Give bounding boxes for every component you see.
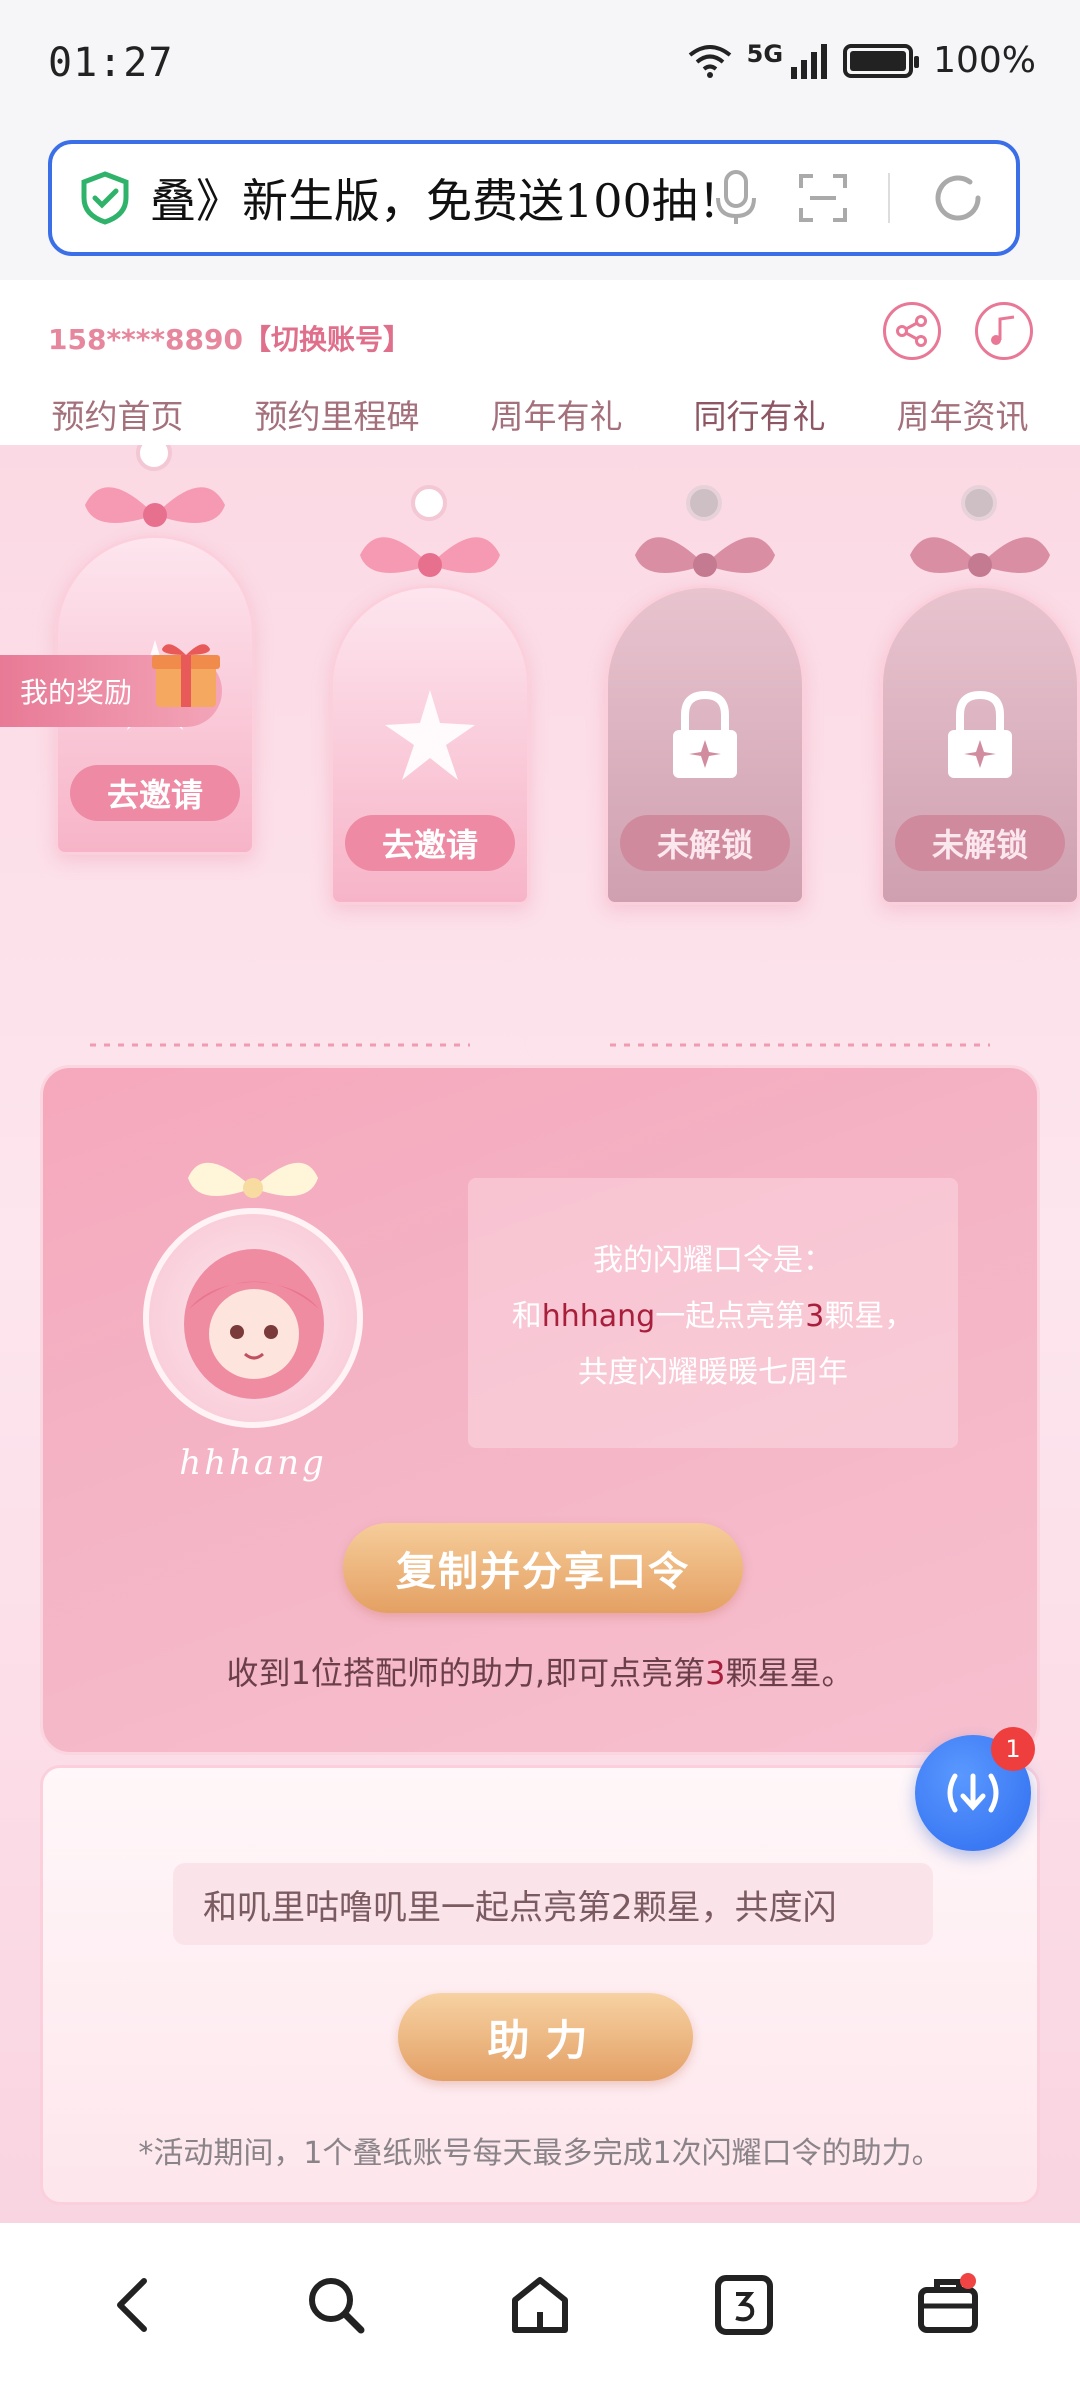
music-icon[interactable] bbox=[975, 302, 1033, 360]
scan-icon[interactable] bbox=[798, 173, 848, 223]
invite-button[interactable]: 去邀请 bbox=[70, 765, 240, 821]
lock-icon bbox=[673, 690, 737, 778]
reward-card-2[interactable]: 去邀请 bbox=[315, 485, 545, 955]
command-line-3: 共度闪耀暖暖七周年 bbox=[578, 1355, 848, 1390]
my-rewards-label: 我的奖励 bbox=[20, 676, 133, 709]
battery-level: 100% bbox=[933, 40, 1036, 81]
locked-button[interactable]: 未解锁 bbox=[620, 815, 790, 871]
shining-command-panel: hhhang 我的闪耀口令是： 和hhhang一起点亮第3颗星， 共度闪耀暖暖七… bbox=[40, 1065, 1040, 1755]
copy-share-button[interactable]: 复制并分享口令 bbox=[343, 1523, 743, 1613]
tab-reservation-home[interactable]: 预约首页 bbox=[52, 390, 184, 448]
help-panel: 和叽里咕噜叽里一起点亮第2颗星，共度闪 助力 *活动期间，1个叠纸账号每天最多完… bbox=[40, 1765, 1040, 2205]
gift-icon[interactable] bbox=[148, 635, 224, 711]
share-icon[interactable] bbox=[883, 302, 941, 360]
lock-icon bbox=[948, 690, 1012, 778]
status-time: 01:27 bbox=[48, 40, 174, 86]
help-button[interactable]: 助力 bbox=[398, 1993, 693, 2081]
invite-button[interactable]: 去邀请 bbox=[345, 815, 515, 871]
signal-icon bbox=[791, 43, 828, 79]
wifi-icon bbox=[688, 44, 731, 78]
tab-bar: 预约首页 预约里程碑 周年有礼 同行有礼 周年资讯 bbox=[0, 390, 1080, 450]
tab-companion-gifts[interactable]: 同行有礼 bbox=[693, 390, 826, 450]
status-indicators: 5G 100% bbox=[687, 40, 1036, 81]
search-bar[interactable]: 叠》新生版，免费送100抽！ bbox=[48, 140, 1020, 256]
switch-account-link[interactable]: 【切换账号】 bbox=[243, 323, 411, 356]
tab-reservation-milestone[interactable]: 预约里程碑 bbox=[255, 390, 420, 448]
avatar bbox=[143, 1208, 363, 1428]
tabs-icon bbox=[715, 2275, 773, 2335]
account-phone: 158****8890 bbox=[48, 323, 243, 356]
command-line-2: 和hhhang一起点亮第3颗星， bbox=[511, 1299, 915, 1334]
search-separator bbox=[888, 173, 890, 223]
status-bar: 01:27 5G 100% bbox=[0, 0, 1080, 130]
chevron-left-icon bbox=[117, 2278, 147, 2332]
help-note: *活动期间，1个叠纸账号每天最多完成1次闪耀口令的助力。 bbox=[138, 2136, 942, 2171]
card-hook bbox=[136, 445, 172, 471]
network-type: 5G bbox=[746, 40, 784, 68]
notification-badge: 1 bbox=[991, 1727, 1035, 1771]
reward-card-4[interactable]: 未解锁 bbox=[865, 485, 1080, 955]
refresh-icon[interactable] bbox=[930, 170, 986, 226]
search-button[interactable] bbox=[286, 2255, 386, 2355]
star-icon bbox=[385, 690, 475, 780]
command-text-box: 我的闪耀口令是： 和hhhang一起点亮第3颗星， 共度闪耀暖暖七周年 bbox=[468, 1178, 958, 1448]
moon-divider bbox=[90, 1029, 990, 1061]
command-username: hhhang bbox=[541, 1299, 656, 1334]
search-icon bbox=[309, 2278, 365, 2334]
notification-dot bbox=[960, 2273, 976, 2289]
card-hook bbox=[411, 485, 447, 521]
command-input[interactable]: 和叽里咕噜叽里一起点亮第2颗星，共度闪 bbox=[173, 1863, 933, 1945]
help-hint: 收到1位搭配师的助力,即可点亮第3颗星星。 bbox=[226, 1654, 854, 1692]
toolbox-button[interactable] bbox=[898, 2255, 998, 2355]
tab-anniversary-gifts[interactable]: 周年有礼 bbox=[491, 390, 623, 448]
reward-card-3[interactable]: 未解锁 bbox=[590, 485, 820, 955]
microphone-icon[interactable] bbox=[714, 170, 758, 226]
back-button[interactable] bbox=[82, 2255, 182, 2355]
locked-button[interactable]: 未解锁 bbox=[895, 815, 1065, 871]
username: hhhang bbox=[179, 1443, 327, 1483]
search-text[interactable]: 叠》新生版，免费送100抽！ bbox=[150, 165, 714, 231]
shield-check-icon bbox=[81, 171, 129, 225]
download-fab[interactable]: 1 bbox=[915, 1727, 1035, 1851]
tab-anniversary-news[interactable]: 周年资讯 bbox=[897, 390, 1029, 448]
account-info: 158****8890【切换账号】 bbox=[48, 318, 411, 358]
home-button[interactable] bbox=[490, 2255, 590, 2355]
battery-icon bbox=[843, 43, 920, 78]
command-line-1: 我的闪耀口令是： bbox=[593, 1243, 833, 1278]
bottom-navigation bbox=[0, 2223, 1080, 2387]
character-portrait-icon bbox=[184, 1249, 324, 1399]
home-icon bbox=[512, 2277, 568, 2333]
download-signal-icon bbox=[947, 1773, 999, 1813]
card-hook bbox=[961, 485, 997, 521]
card-hook bbox=[686, 485, 722, 521]
main-content: 去邀请 去邀请 未解锁 未解锁 我的奖励 hhhang 我的闪耀口令是： 和hh… bbox=[0, 445, 1080, 2223]
page-header: 158****8890【切换账号】 预约首页 预约里程碑 周年有礼 同行有礼 周… bbox=[0, 280, 1080, 450]
command-star-number: 3 bbox=[805, 1299, 825, 1334]
tabs-button[interactable] bbox=[694, 2255, 794, 2355]
